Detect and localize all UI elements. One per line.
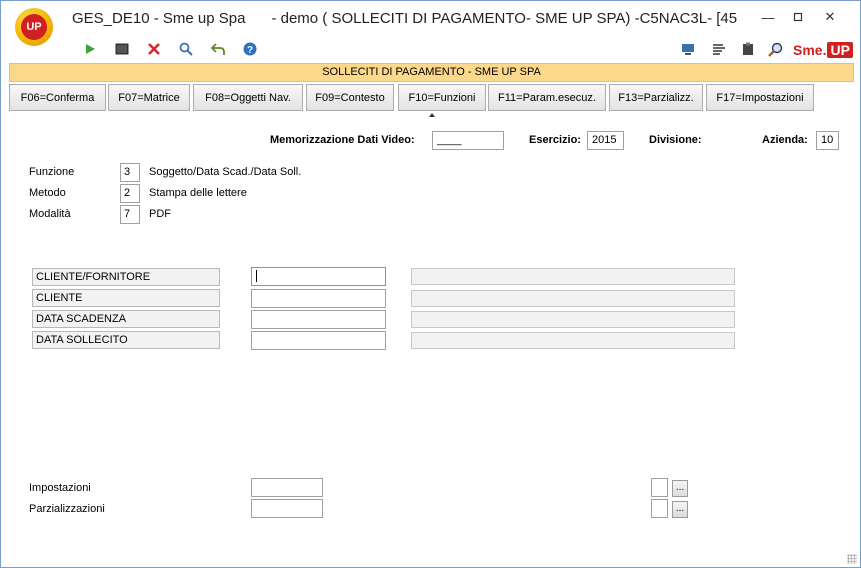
metodo-desc: Stampa delle lettere [149, 187, 247, 199]
list-icon[interactable] [709, 39, 729, 59]
f10-funzioni-button[interactable]: F10=Funzioni [398, 84, 486, 111]
help-icon[interactable]: ? [240, 39, 260, 59]
funzione-label: Funzione [29, 166, 75, 178]
memo-field[interactable]: ____ [432, 131, 504, 150]
f06-conferma-button[interactable]: F06=Conferma [9, 84, 106, 111]
modalita-label: Modalità [29, 208, 71, 220]
impostazioni-label: Impostazioni [29, 482, 91, 494]
data-sollecito-field[interactable] [251, 331, 386, 350]
window-app-name: GES_DE10 - Sme up Spa [72, 10, 246, 27]
text-cursor [256, 270, 257, 283]
memo-label: Memorizzazione Dati Video: [270, 134, 415, 146]
funzione-field[interactable]: 3 [120, 163, 140, 182]
funzione-desc: Soggetto/Data Scad./Data Soll. [149, 166, 302, 178]
clipboard-icon[interactable] [738, 39, 758, 59]
data-scadenza-label: DATA SCADENZA [32, 310, 220, 328]
parzializzazioni-code-box[interactable] [651, 499, 668, 518]
data-sollecito-desc [411, 332, 735, 349]
window-title: GES_DE10 - Sme up Spa - demo ( SOLLECITI … [72, 10, 737, 27]
divisione-label: Divisione: [649, 134, 702, 146]
toolbar: ? Sme. UP [1, 39, 860, 61]
f08-oggetti-nav-button[interactable]: F08=Oggetti Nav. [193, 84, 303, 111]
title-bar: UP GES_DE10 - Sme up Spa - demo ( SOLLECI… [1, 1, 860, 46]
esercizio-field[interactable]: 2015 [587, 131, 624, 150]
modalita-desc: PDF [149, 208, 171, 220]
impostazioni-field[interactable] [251, 478, 323, 497]
f13-parzializz-button[interactable]: F13=Parzializz. [609, 84, 703, 111]
window-subtitle: - demo ( SOLLECITI DI PAGAMENTO- SME UP … [271, 10, 737, 27]
data-scadenza-desc [411, 311, 735, 328]
brand-sme: Sme. [793, 42, 827, 58]
f09-contesto-button[interactable]: F09=Contesto [306, 84, 394, 111]
data-sollecito-label: DATA SOLLECITO [32, 331, 220, 349]
cliente-fornitore-desc [411, 268, 735, 285]
parzializzazioni-label: Parzializzazioni [29, 503, 105, 515]
cliente-fornitore-field[interactable] [251, 267, 386, 286]
parzializzazioni-browse-button[interactable]: ... [672, 501, 688, 518]
modalita-field[interactable]: 7 [120, 205, 140, 224]
metodo-label: Metodo [29, 187, 66, 199]
play-icon[interactable] [80, 39, 100, 59]
terminal-icon[interactable] [112, 39, 132, 59]
cliente-fornitore-label: CLIENTE/FORNITORE [32, 268, 220, 286]
main-window: UP GES_DE10 - Sme up Spa - demo ( SOLLECI… [0, 0, 861, 568]
esercizio-label: Esercizio: [529, 134, 581, 146]
azienda-field[interactable]: 10 [816, 131, 839, 150]
data-scadenza-field[interactable] [251, 310, 386, 329]
magnifier-icon[interactable] [765, 39, 785, 59]
maximize-icon[interactable] [784, 7, 812, 27]
resize-grip[interactable] [847, 554, 857, 564]
parzializzazioni-field[interactable] [251, 499, 323, 518]
brand-up: UP [827, 42, 853, 58]
azienda-label: Azienda: [762, 134, 808, 146]
brand-logo: Sme. UP [793, 41, 853, 59]
search-icon[interactable] [176, 39, 196, 59]
monitor-icon[interactable] [678, 39, 698, 59]
close-icon[interactable]: ✕ [816, 7, 844, 27]
cliente-desc [411, 290, 735, 307]
f07-matrice-button[interactable]: F07=Matrice [108, 84, 190, 111]
cancel-icon[interactable] [144, 39, 164, 59]
page-title-banner: SOLLECITI DI PAGAMENTO - SME UP SPA [9, 63, 854, 82]
metodo-field[interactable]: 2 [120, 184, 140, 203]
svg-text:?: ? [247, 45, 253, 56]
impostazioni-browse-button[interactable]: ... [672, 480, 688, 497]
undo-icon[interactable] [208, 39, 228, 59]
logo-text: UP [21, 14, 47, 40]
impostazioni-code-box[interactable] [651, 478, 668, 497]
minimize-icon[interactable]: — [754, 7, 782, 27]
caret-up-icon [429, 113, 435, 117]
f17-impostazioni-button[interactable]: F17=Impostazioni [706, 84, 814, 111]
cliente-field[interactable] [251, 289, 386, 308]
f11-param-esecuz-button[interactable]: F11=Param.esecuz. [488, 84, 606, 111]
cliente-label: CLIENTE [32, 289, 220, 307]
